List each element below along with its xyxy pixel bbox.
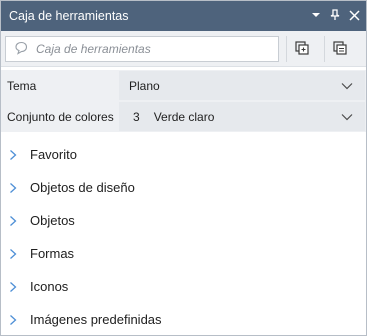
panel-title: Caja de herramientas: [9, 9, 129, 23]
theme-label: Tema: [7, 78, 37, 93]
list-item-label: Objetos de diseño: [30, 180, 135, 195]
list-item-iconos[interactable]: Iconos: [1, 270, 366, 303]
close-icon[interactable]: [348, 8, 360, 22]
chevron-down-icon[interactable]: [310, 8, 322, 22]
window-controls: [310, 8, 360, 22]
search-input[interactable]: Caja de herramientas: [5, 36, 279, 62]
list-item-favorito[interactable]: Favorito: [1, 138, 366, 171]
list-item-objetos[interactable]: Objetos: [1, 204, 366, 237]
theme-value: Plano: [129, 78, 160, 93]
chevron-down-icon: [341, 110, 353, 124]
chevron-right-icon: [9, 148, 21, 162]
search-placeholder: Caja de herramientas: [36, 42, 151, 56]
toolbox-toolbar: Caja de herramientas: [1, 31, 366, 67]
color-set-label: Conjunto de colores: [7, 109, 114, 124]
chevron-right-icon: [9, 313, 21, 327]
pin-icon[interactable]: [329, 8, 341, 22]
stack-windows-icon: [332, 40, 347, 58]
list-item-formas[interactable]: Formas: [1, 237, 366, 270]
color-set-select[interactable]: 3 Verde claro: [119, 102, 365, 131]
new-window-icon: [294, 40, 309, 58]
category-list: Favorito Objetos de diseño Objetos Forma…: [1, 138, 366, 336]
list-item-label: Formas: [30, 246, 75, 261]
speech-bubble-icon: [14, 41, 28, 58]
list-item-label: Favorito: [30, 147, 77, 162]
toolbox-panel: Caja de herramientas Caja de herramienta…: [0, 0, 367, 336]
chevron-right-icon: [9, 280, 21, 294]
stack-windows-button[interactable]: [324, 36, 354, 62]
color-set-value: Verde claro: [153, 109, 215, 124]
color-set-row: Conjunto de colores 3 Verde claro: [1, 101, 366, 132]
theme-row: Tema Plano: [1, 70, 366, 101]
theme-select[interactable]: Plano: [119, 71, 365, 100]
chevron-right-icon: [9, 247, 21, 261]
new-window-button[interactable]: [286, 36, 316, 62]
list-item-objetos-de-diseno[interactable]: Objetos de diseño: [1, 171, 366, 204]
list-item-label: Objetos: [30, 213, 75, 228]
chevron-down-icon: [341, 79, 353, 93]
list-item-label: Iconos: [30, 279, 69, 294]
chevron-right-icon: [9, 181, 21, 195]
color-set-number: 3: [133, 109, 140, 124]
panel-titlebar[interactable]: Caja de herramientas: [1, 1, 366, 31]
list-item-imagenes-predefinidas[interactable]: Imágenes predefinidas: [1, 303, 366, 336]
chevron-right-icon: [9, 214, 21, 228]
list-item-label: Imágenes predefinidas: [30, 312, 162, 327]
